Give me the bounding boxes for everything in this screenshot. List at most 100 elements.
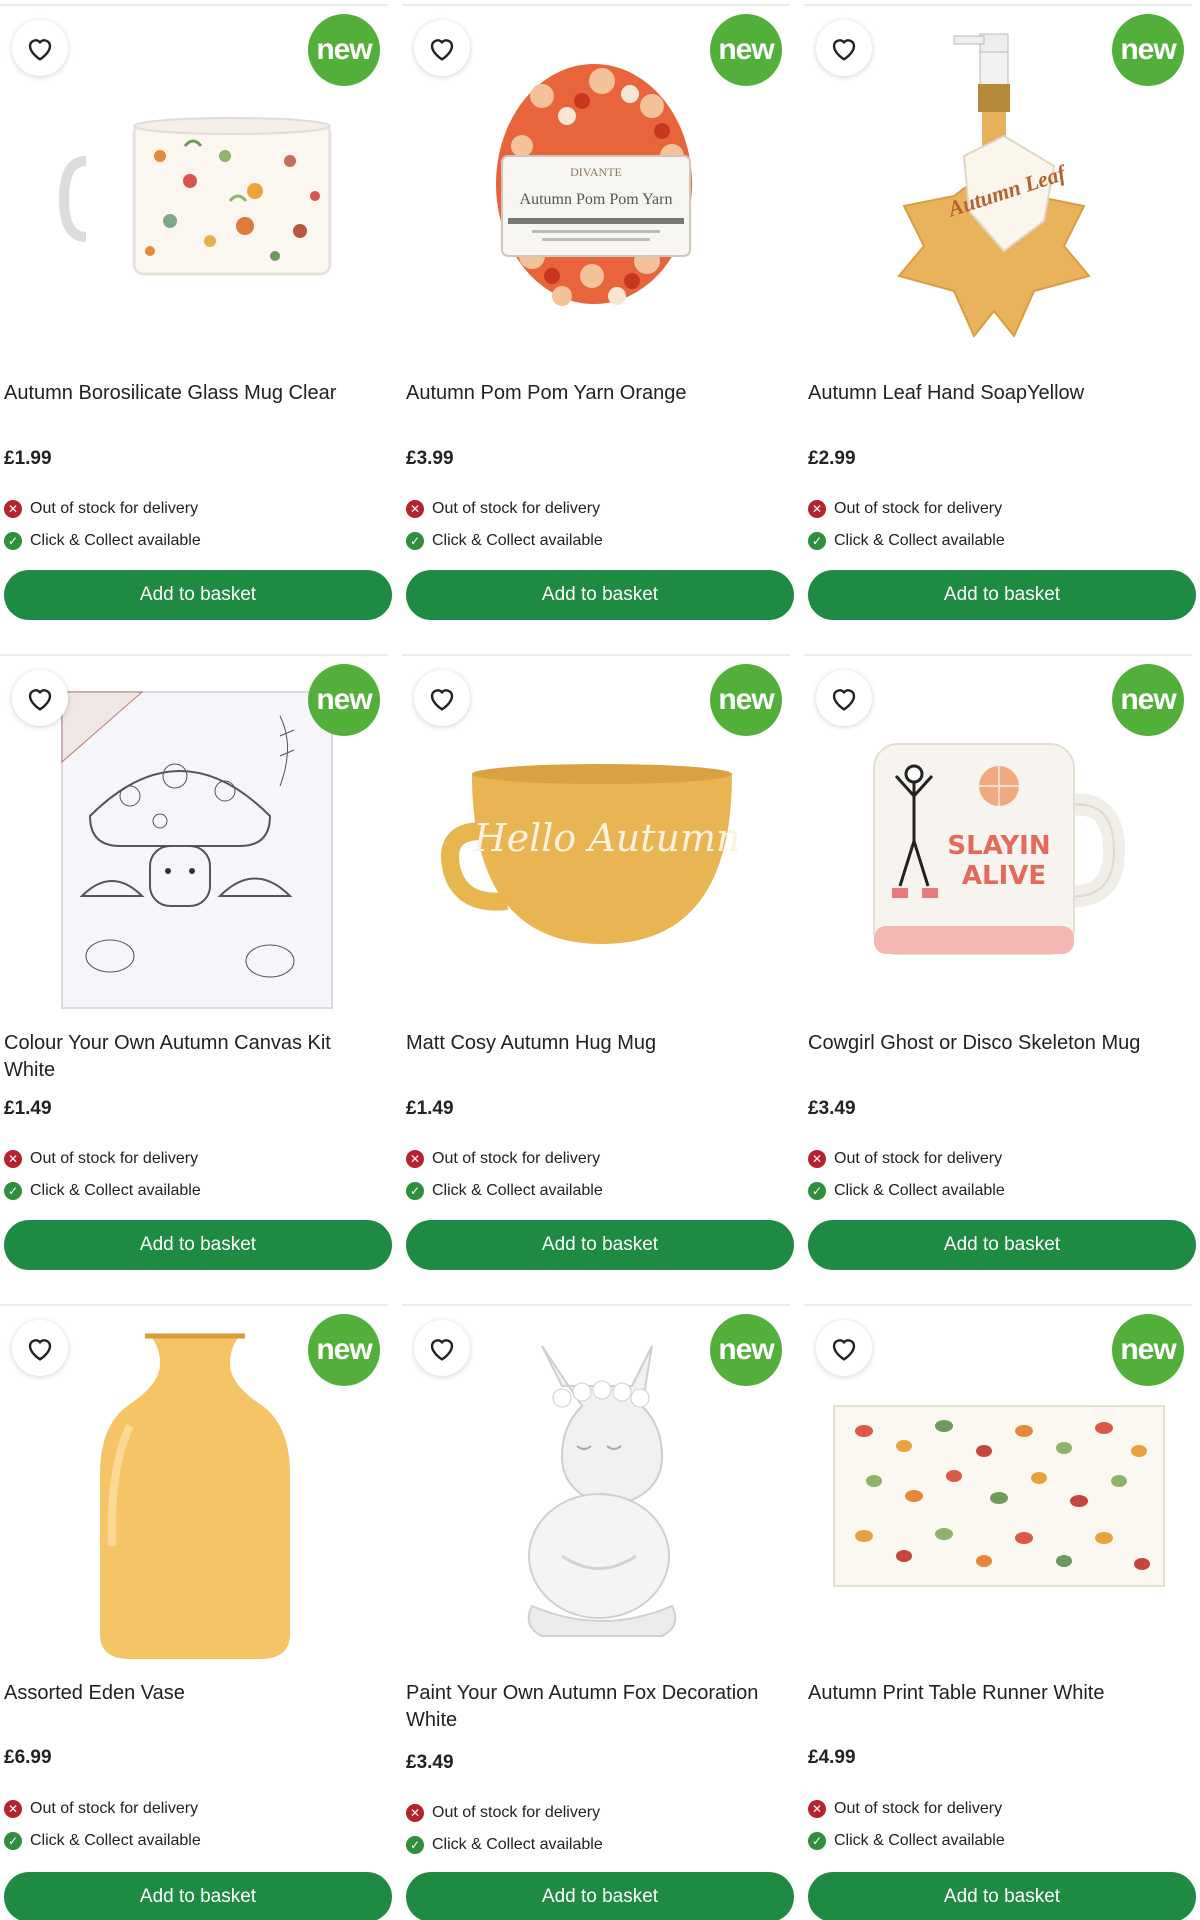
product-title[interactable]: Colour Your Own Autumn Canvas Kit White [4,1030,384,1084]
mug-print-text: Hello Autumn [472,816,740,860]
heart-icon [832,1339,856,1361]
wishlist-heart-button[interactable] [414,1320,470,1376]
add-to-basket-button[interactable]: Add to basket [4,570,392,620]
delivery-status: ✕ Out of stock for delivery [4,1800,198,1818]
product-price: £3.49 [406,1752,454,1773]
add-to-basket-button[interactable]: Add to basket [4,1220,392,1270]
product-card[interactable]: SLAYIN ALIVE new Cowgirl Ghost or Disco … [804,650,1196,1280]
cross-icon: ✕ [406,1804,424,1822]
heart-icon [28,39,52,61]
product-grid: new Autumn Borosilicate Glass Mug Clear … [0,0,1200,1920]
delivery-status-label: Out of stock for delivery [432,500,601,517]
product-image[interactable]: new [402,1306,790,1666]
check-icon: ✓ [4,1832,22,1850]
new-badge: new [710,1314,782,1386]
new-badge: new [1112,1314,1184,1386]
product-image[interactable]: SLAYIN ALIVE new [804,656,1192,1016]
product-card[interactable]: Autumn Leaf new Autumn Leaf Hand SoapYel… [804,0,1196,630]
product-title[interactable]: Autumn Pom Pom Yarn Orange [406,380,786,407]
product-image[interactable]: new [804,1306,1192,1666]
add-to-basket-button[interactable]: Add to basket [808,1872,1196,1920]
product-title[interactable]: Cowgirl Ghost or Disco Skeleton Mug [808,1030,1188,1057]
wishlist-heart-button[interactable] [816,1320,872,1376]
cross-icon: ✕ [4,1800,22,1818]
add-to-basket-button[interactable]: Add to basket [406,1872,794,1920]
collect-status-label: Click & Collect available [432,1182,603,1199]
product-image[interactable]: new [0,6,388,366]
wishlist-heart-button[interactable] [12,670,68,726]
check-icon: ✓ [406,532,424,550]
check-icon: ✓ [406,1836,424,1854]
heart-icon [832,689,856,711]
collect-status-label: Click & Collect available [30,1832,201,1849]
collect-status-label: Click & Collect available [834,532,1005,549]
new-badge: new [308,1314,380,1386]
heart-icon [430,39,454,61]
product-title[interactable]: Assorted Eden Vase [4,1680,384,1707]
product-card[interactable]: new Colour Your Own Autumn Canvas Kit Wh… [0,650,392,1280]
add-to-basket-button[interactable]: Add to basket [808,1220,1196,1270]
cross-icon: ✕ [406,500,424,518]
heart-icon [430,689,454,711]
add-to-basket-button[interactable]: Add to basket [4,1872,392,1920]
cross-icon: ✕ [4,1150,22,1168]
product-image[interactable]: DIVANTE Autumn Pom Pom Yarn new [402,6,790,366]
product-card[interactable]: new Assorted Eden Vase £6.99 ✕ Out of sto… [0,1300,392,1920]
delivery-status: ✕ Out of stock for delivery [406,1150,600,1168]
product-card[interactable]: new Autumn Borosilicate Glass Mug Clear … [0,0,392,630]
product-image[interactable]: Autumn Leaf new [804,6,1192,366]
delivery-status-label: Out of stock for delivery [834,1800,1003,1817]
product-price: £1.49 [406,1098,454,1119]
product-title[interactable]: Autumn Print Table Runner White [808,1680,1188,1707]
collect-status-label: Click & Collect available [432,532,603,549]
wishlist-heart-button[interactable] [414,20,470,76]
delivery-status: ✕ Out of stock for delivery [4,500,198,518]
product-card[interactable]: new Autumn Print Table Runner White £4.9… [804,1300,1196,1920]
collect-status: ✓ Click & Collect available [808,1182,1005,1200]
delivery-status-label: Out of stock for delivery [30,1150,199,1167]
collect-status: ✓ Click & Collect available [4,532,201,550]
new-badge: new [1112,14,1184,86]
product-card[interactable]: DIVANTE Autumn Pom Pom Yarn new Autumn P… [402,0,794,630]
product-title[interactable]: Matt Cosy Autumn Hug Mug [406,1030,786,1057]
product-image[interactable]: Hello Autumn new [402,656,790,1016]
collect-status-label: Click & Collect available [834,1832,1005,1849]
add-to-basket-button[interactable]: Add to basket [808,570,1196,620]
wishlist-heart-button[interactable] [12,20,68,76]
product-image[interactable]: new [0,656,388,1016]
check-icon: ✓ [4,532,22,550]
collect-status: ✓ Click & Collect available [406,532,603,550]
collect-status: ✓ Click & Collect available [406,1182,603,1200]
collect-status: ✓ Click & Collect available [406,1836,603,1854]
product-price: £1.49 [4,1098,52,1119]
product-title[interactable]: Autumn Leaf Hand SoapYellow [808,380,1188,407]
heart-icon [28,689,52,711]
cross-icon: ✕ [808,1150,826,1168]
product-title[interactable]: Paint Your Own Autumn Fox Decoration Whi… [406,1680,786,1734]
product-image[interactable]: new [0,1306,388,1666]
wishlist-heart-button[interactable] [12,1320,68,1376]
delivery-status-label: Out of stock for delivery [30,500,199,517]
wishlist-heart-button[interactable] [816,670,872,726]
cross-icon: ✕ [406,1150,424,1168]
wishlist-heart-button[interactable] [816,20,872,76]
cross-icon: ✕ [808,500,826,518]
delivery-status: ✕ Out of stock for delivery [808,1800,1002,1818]
mug-print-line-1: SLAYIN [947,831,1050,861]
collect-status: ✓ Click & Collect available [4,1182,201,1200]
delivery-status: ✕ Out of stock for delivery [406,500,600,518]
add-to-basket-button[interactable]: Add to basket [406,1220,794,1270]
yarn-label-text: Autumn Pom Pom Yarn [520,191,673,208]
delivery-status: ✕ Out of stock for delivery [406,1804,600,1822]
product-card[interactable]: new Paint Your Own Autumn Fox Decoration… [402,1300,794,1920]
delivery-status: ✕ Out of stock for delivery [808,500,1002,518]
add-to-basket-button[interactable]: Add to basket [406,570,794,620]
product-title[interactable]: Autumn Borosilicate Glass Mug Clear [4,380,384,407]
delivery-status-label: Out of stock for delivery [30,1800,199,1817]
wishlist-heart-button[interactable] [414,670,470,726]
heart-icon [832,39,856,61]
new-badge: new [308,664,380,736]
collect-status: ✓ Click & Collect available [808,532,1005,550]
product-card[interactable]: Hello Autumn new Matt Cosy Autumn Hug Mu… [402,650,794,1280]
mug-print-line-2: ALIVE [962,861,1046,891]
